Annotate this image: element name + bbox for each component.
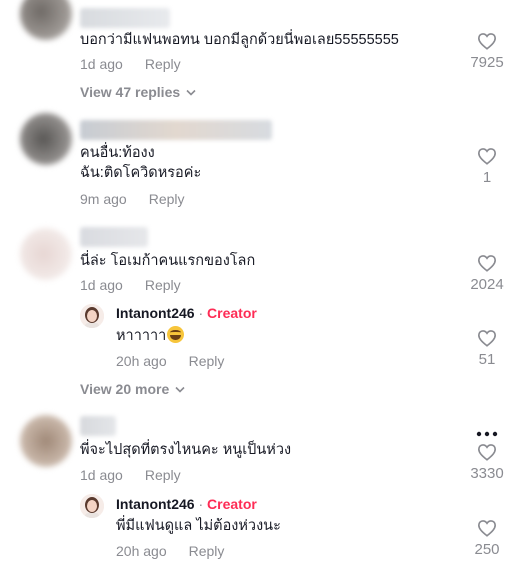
reply-author: Intanont246 · Creator [116, 496, 257, 512]
comment-text-line-1: คนอื่น:ท้องง [80, 145, 155, 161]
comment-meta: 1d ago Reply [80, 56, 203, 72]
reply-button[interactable]: Reply [145, 467, 181, 483]
reply-time: 20h ago [116, 543, 167, 559]
comment-time: 1d ago [80, 56, 123, 72]
comment-text: พี่จะไปสุดที่ตรงไหนคะ หนูเป็นห่วง [80, 442, 292, 458]
creator-badge: Creator [207, 496, 257, 512]
comment-text-line-2: ฉัน:ติดโควิดหรอค่ะ [80, 165, 202, 181]
comment-meta: 1d ago Reply [80, 467, 203, 483]
avatar[interactable] [20, 415, 72, 467]
reply-meta: 20h ago Reply [116, 353, 246, 369]
heart-outline-icon [477, 148, 497, 165]
view-replies-label: View 47 replies [80, 84, 181, 100]
comment-time: 9m ago [80, 191, 127, 207]
avatar[interactable] [20, 113, 72, 165]
like-button[interactable]: 7925 [457, 32, 517, 71]
reply-button[interactable]: Reply [149, 191, 185, 207]
creator-username[interactable]: Intanont246 [116, 305, 195, 321]
like-count: 7925 [470, 54, 504, 71]
like-count: 2024 [470, 276, 504, 293]
like-count: 1 [482, 169, 492, 186]
reply-text-content: หาาาาา [116, 328, 167, 344]
avatar[interactable] [20, 0, 72, 40]
heart-outline-icon [477, 330, 497, 347]
like-button[interactable]: 250 [457, 519, 517, 558]
creator-avatar-icon [80, 304, 104, 328]
comment-text: นี่ล่ะ โอเมก้าคนแรกของโลก [80, 253, 256, 269]
reply-text: หาาาาา [116, 326, 185, 346]
heart-outline-icon [477, 255, 497, 272]
comment-meta: 1d ago Reply [80, 277, 203, 293]
comment-time: 1d ago [80, 277, 123, 293]
view-more-button[interactable]: View 20 more [80, 381, 185, 397]
like-count: 3330 [470, 465, 504, 482]
comment-text: บอกว่ามีแฟนพอทน บอกมีลูกด้วยนี่พอเลย5555… [80, 32, 399, 48]
view-replies-button[interactable]: View 47 replies [80, 84, 196, 100]
reply-button[interactable]: Reply [189, 543, 225, 559]
view-more-label: View 20 more [80, 381, 170, 397]
reply-author: Intanont246 · Creator [116, 305, 257, 321]
chevron-down-icon [175, 386, 185, 393]
reply-button[interactable]: Reply [189, 353, 225, 369]
separator: · [194, 305, 208, 321]
reply-text: พี่มีแฟนดูแล ไม่ต้องห่วงนะ [116, 518, 281, 534]
like-button[interactable]: 51 [457, 329, 517, 368]
more-horizontal-icon [476, 431, 498, 437]
avatar[interactable] [80, 304, 104, 328]
reply-button[interactable]: Reply [145, 277, 181, 293]
creator-avatar-icon [80, 494, 104, 518]
avatar[interactable] [80, 494, 104, 518]
username-blurred[interactable] [80, 416, 116, 436]
reply-button[interactable]: Reply [145, 56, 181, 72]
more-options-button[interactable] [476, 424, 498, 437]
creator-badge: Creator [207, 305, 257, 321]
heart-outline-icon [477, 444, 497, 461]
username-blurred[interactable] [80, 227, 148, 247]
heart-outline-icon [477, 33, 497, 50]
like-button[interactable]: 2024 [457, 254, 517, 293]
reply-time: 20h ago [116, 353, 167, 369]
grinning-squinting-face-icon [167, 326, 185, 343]
creator-username[interactable]: Intanont246 [116, 496, 195, 512]
avatar[interactable] [20, 228, 72, 280]
username-blurred[interactable] [80, 8, 170, 28]
separator: · [194, 496, 208, 512]
like-button[interactable]: 3330 [457, 443, 517, 482]
reply-meta: 20h ago Reply [116, 543, 246, 559]
username-blurred[interactable] [80, 120, 272, 140]
like-button[interactable]: 1 [457, 147, 517, 186]
comment-meta: 9m ago Reply [80, 191, 207, 207]
like-count: 51 [478, 351, 496, 368]
comment-time: 1d ago [80, 467, 123, 483]
like-count: 250 [474, 541, 500, 558]
heart-outline-icon [477, 520, 497, 537]
chevron-down-icon [186, 89, 196, 96]
